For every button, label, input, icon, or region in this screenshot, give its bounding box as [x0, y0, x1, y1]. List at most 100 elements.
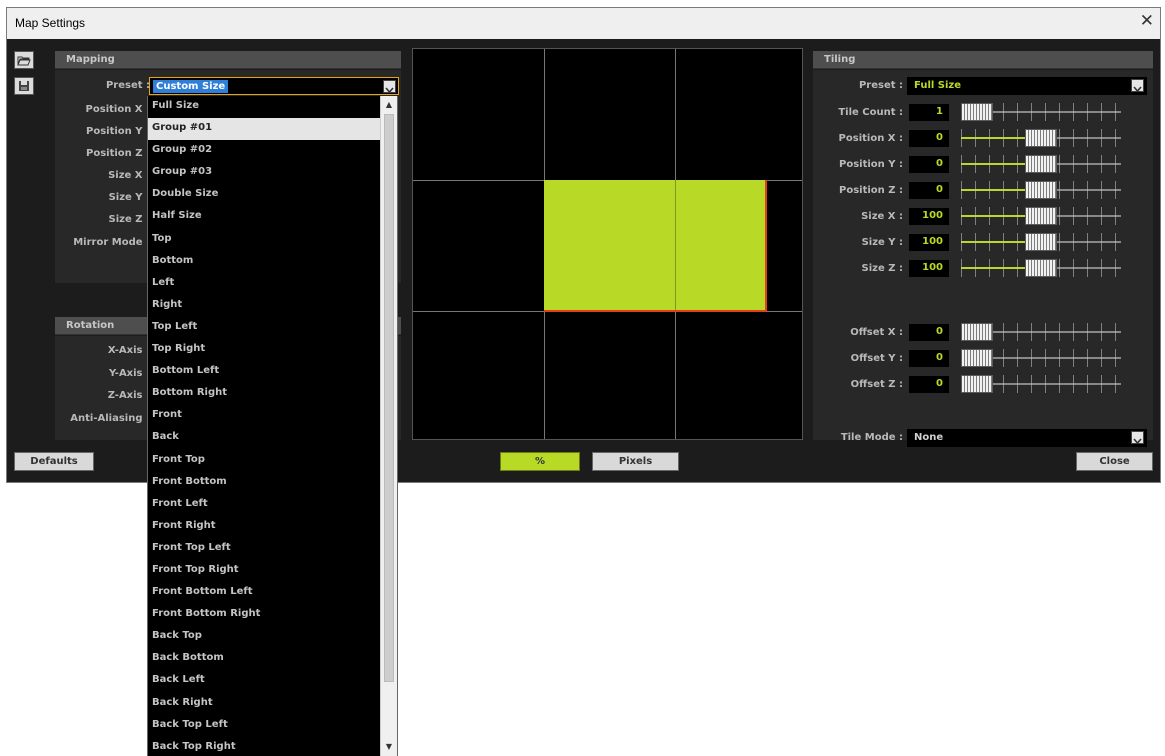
dropdown-item[interactable]: Group #02 — [148, 140, 381, 162]
tile-size-y-slider[interactable] — [961, 231, 1121, 253]
close-icon[interactable]: ✕ — [1140, 13, 1154, 30]
offset-x-slider[interactable] — [961, 321, 1121, 343]
dropdown-item[interactable]: Back Right — [148, 693, 381, 715]
tile-size-z-slider[interactable] — [961, 257, 1121, 279]
tile-position-y-slider[interactable] — [961, 153, 1121, 175]
defaults-button[interactable]: Defaults — [14, 452, 94, 471]
dropdown-item[interactable]: Bottom — [148, 251, 381, 273]
mapping-preset-combo[interactable]: Custom Size — [149, 77, 399, 95]
tile-position-y-value[interactable]: 0 — [909, 156, 949, 173]
slider-knob[interactable] — [1025, 233, 1057, 251]
y-axis-label: Y-Axis : — [109, 368, 150, 379]
dropdown-item[interactable]: Front Top Left — [148, 538, 381, 560]
mapping-size-z-label: Size Z : — [108, 214, 150, 225]
tile-position-x-value[interactable]: 0 — [909, 130, 949, 147]
tile-position-z-slider[interactable] — [961, 179, 1121, 201]
mapping-preview[interactable] — [412, 48, 803, 440]
dropdown-item[interactable]: Half Size — [148, 206, 381, 228]
tile-size-x-value[interactable]: 100 — [909, 208, 949, 225]
tile-size-y-value[interactable]: 100 — [909, 234, 949, 251]
dropdown-item[interactable]: Front Top — [148, 450, 381, 472]
dropdown-item[interactable]: Back Top Right — [148, 737, 381, 756]
chevron-down-icon[interactable] — [383, 80, 396, 94]
slider-knob[interactable] — [1025, 155, 1057, 173]
dropdown-item[interactable]: Back — [148, 427, 381, 449]
dropdown-item[interactable]: Top Left — [148, 317, 381, 339]
tiling-header: Tiling — [813, 51, 1153, 69]
scroll-up-icon[interactable]: ▲ — [383, 99, 395, 111]
dropdown-items: Full Size Group #01 Group #02 Group #03 Doub… — [148, 96, 381, 756]
tile-size-x-label: Size X : — [861, 211, 903, 222]
dropdown-scrollbar[interactable]: ▲ ▼ — [380, 96, 397, 756]
slider-knob[interactable] — [1025, 207, 1057, 225]
chevron-down-icon[interactable] — [1131, 79, 1144, 93]
folder-open-icon[interactable] — [14, 51, 34, 69]
dropdown-item[interactable]: Left — [148, 273, 381, 295]
percent-button[interactable]: % — [500, 452, 580, 471]
tile-position-z-value[interactable]: 0 — [909, 182, 949, 199]
dropdown-item[interactable]: Front Bottom — [148, 472, 381, 494]
mapping-header: Mapping — [55, 51, 401, 69]
offset-x-value[interactable]: 0 — [909, 324, 949, 341]
slider-knob[interactable] — [961, 349, 993, 367]
offset-z-value[interactable]: 0 — [909, 376, 949, 393]
mapping-preset-value: Custom Size — [153, 80, 229, 93]
tile-count-label: Tile Count : — [838, 107, 903, 118]
slider-knob[interactable] — [961, 323, 993, 341]
dropdown-item[interactable]: Front — [148, 405, 381, 427]
offset-y-value[interactable]: 0 — [909, 350, 949, 367]
dropdown-item[interactable]: Front Top Right — [148, 560, 381, 582]
slider-knob[interactable] — [1025, 129, 1057, 147]
chevron-down-icon[interactable] — [1131, 431, 1144, 445]
scroll-down-icon[interactable]: ▼ — [383, 741, 395, 753]
dropdown-item[interactable]: Front Right — [148, 516, 381, 538]
dropdown-item[interactable]: Front Left — [148, 494, 381, 516]
dropdown-item[interactable]: Full Size — [148, 96, 381, 118]
mapping-size-y-label: Size Y : — [108, 192, 150, 203]
slider-knob[interactable] — [1025, 259, 1057, 277]
tile-mode-combo[interactable]: None — [907, 429, 1147, 447]
dropdown-item[interactable]: Back Left — [148, 670, 381, 692]
slider-knob[interactable] — [961, 375, 993, 393]
tiling-preset-combo[interactable]: Full Size — [907, 77, 1147, 95]
pixels-button[interactable]: Pixels — [592, 452, 679, 471]
anti-aliasing-label: Anti-Aliasing : — [70, 413, 150, 424]
dropdown-item[interactable]: Front Bottom Left — [148, 582, 381, 604]
offset-x-label: Offset X : — [850, 327, 903, 338]
dropdown-item[interactable]: Bottom Left — [148, 361, 381, 383]
tiling-preset-label: Preset : — [858, 80, 903, 91]
tile-position-x-label: Position X : — [838, 133, 903, 144]
tile-size-x-slider[interactable] — [961, 205, 1121, 227]
window-title: Map Settings — [15, 16, 86, 30]
dropdown-item[interactable]: Group #01 — [148, 118, 381, 141]
dropdown-item[interactable]: Back Bottom — [148, 648, 381, 670]
preset-dropdown-list[interactable]: Full Size Group #01 Group #02 Group #03 Doub… — [147, 96, 398, 756]
slider-knob[interactable] — [961, 103, 993, 121]
offset-y-slider[interactable] — [961, 347, 1121, 369]
close-button[interactable]: Close — [1076, 452, 1153, 471]
tile-count-value[interactable]: 1 — [909, 104, 949, 121]
grid-line — [675, 180, 676, 310]
tile-size-y-label: Size Y : — [861, 237, 903, 248]
tile-mode-label: Tile Mode : — [840, 432, 903, 443]
x-axis-label: X-Axis : — [107, 345, 150, 356]
mirror-mode-label: Mirror Mode : — [73, 237, 150, 248]
dropdown-item[interactable]: Double Size — [148, 184, 381, 206]
offset-z-slider[interactable] — [961, 373, 1121, 395]
scroll-thumb[interactable] — [384, 114, 394, 682]
save-icon[interactable] — [14, 77, 34, 95]
tile-size-z-value[interactable]: 100 — [909, 260, 949, 277]
dropdown-item[interactable]: Back Top Left — [148, 715, 381, 737]
tile-position-x-slider[interactable] — [961, 127, 1121, 149]
dropdown-item[interactable]: Top — [148, 229, 381, 251]
dropdown-item[interactable]: Group #03 — [148, 162, 381, 184]
dropdown-item[interactable]: Front Bottom Right — [148, 604, 381, 626]
dropdown-item[interactable]: Top Right — [148, 339, 381, 361]
dropdown-item[interactable]: Back Top — [148, 626, 381, 648]
tile-count-slider[interactable] — [961, 101, 1121, 123]
tiling-panel: Preset : Full Size Tile Count : 1 Positio… — [813, 70, 1153, 447]
dropdown-item[interactable]: Right — [148, 295, 381, 317]
slider-knob[interactable] — [1025, 181, 1057, 199]
offset-z-label: Offset Z : — [850, 379, 903, 390]
dropdown-item[interactable]: Bottom Right — [148, 383, 381, 405]
